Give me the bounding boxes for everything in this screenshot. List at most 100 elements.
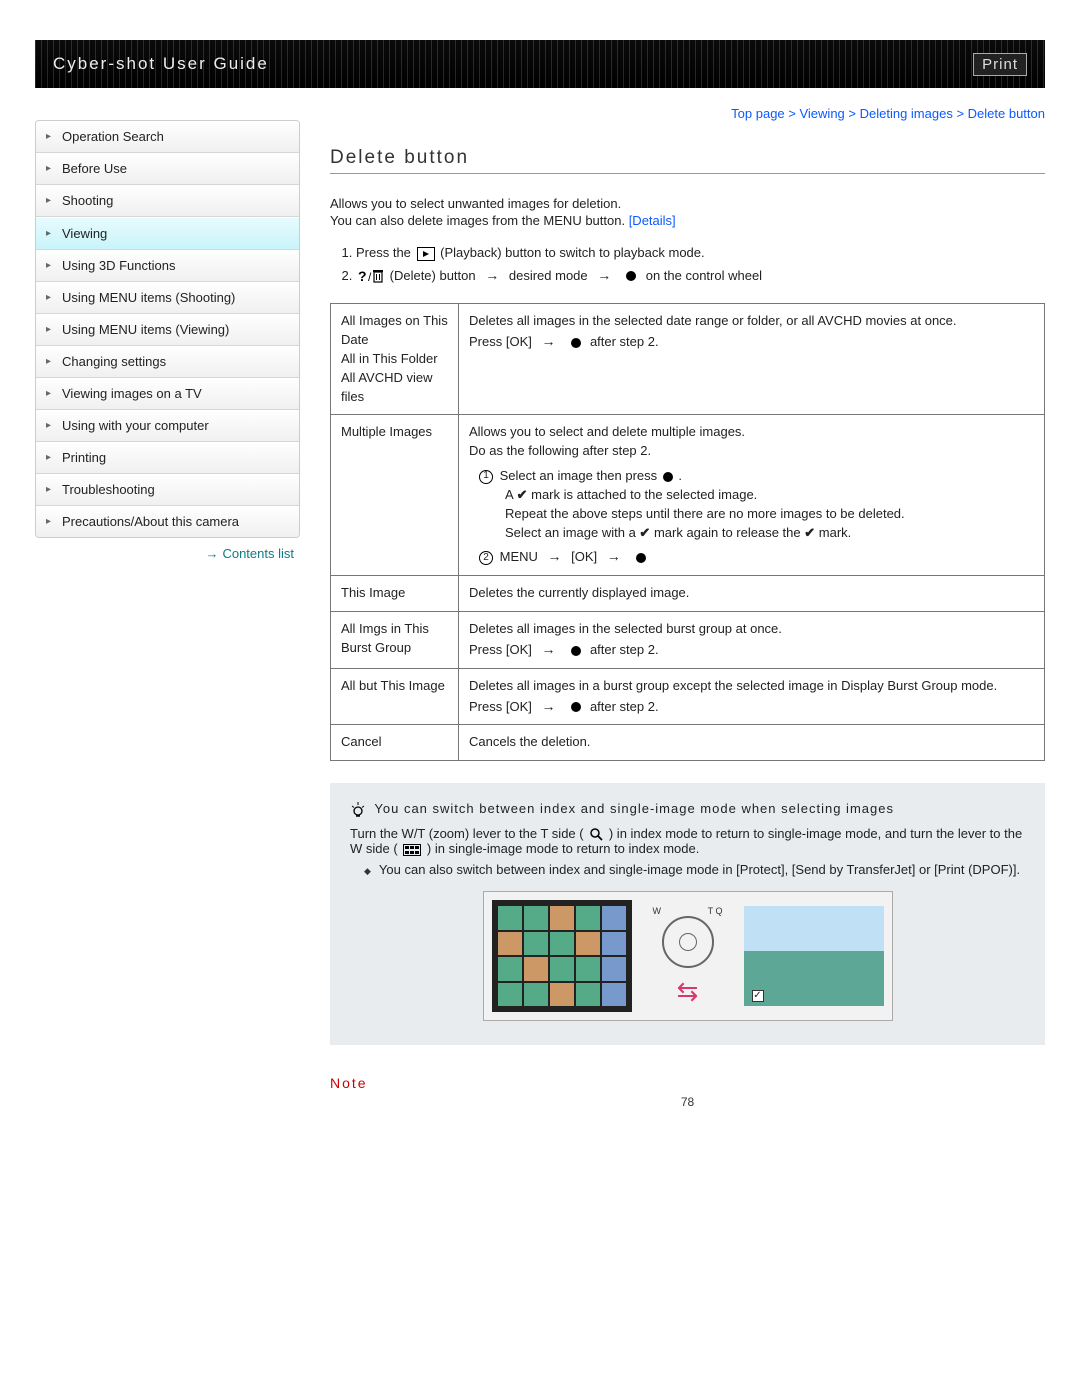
desc-text: Press [OK] after step 2. xyxy=(469,696,1034,717)
desc-span: Press [OK] xyxy=(469,642,535,657)
checkbox-icon: ✓ xyxy=(752,990,764,1002)
sub-step-detail: Repeat the above steps until there are n… xyxy=(479,505,1034,524)
option-name: All but This Image xyxy=(331,668,459,725)
option-name: This Image xyxy=(331,576,459,612)
center-button-icon xyxy=(663,472,673,482)
step-text: (Playback) button to switch to playback … xyxy=(440,245,704,260)
nav-changing-settings[interactable]: ▸Changing settings xyxy=(36,346,299,378)
table-row: All Imgs in This Burst Group Deletes all… xyxy=(331,612,1045,669)
tip-body: Turn the W/T (zoom) lever to the T side … xyxy=(350,826,1025,857)
guide-title: Cyber-shot User Guide xyxy=(53,54,269,74)
checkmark-icon: ✔ xyxy=(639,524,650,543)
page-title: Delete button xyxy=(330,147,1045,169)
tip-span: Turn the W/T (zoom) lever to the T side … xyxy=(350,826,584,841)
center-button-icon xyxy=(626,271,636,281)
breadcrumb-item[interactable]: Delete button xyxy=(968,106,1045,121)
chevron-right-icon: ▸ xyxy=(46,452,58,463)
breadcrumb-item[interactable]: Viewing xyxy=(799,106,844,121)
nav-label: Troubleshooting xyxy=(62,482,155,497)
breadcrumb-item[interactable]: Deleting images xyxy=(860,106,953,121)
desc-span: A xyxy=(505,487,517,502)
tip-bullet: You can also switch between index and si… xyxy=(364,862,1025,877)
chevron-right-icon: ▸ xyxy=(46,484,58,495)
step-text: on the control wheel xyxy=(646,268,762,283)
arrow-right-icon xyxy=(541,696,555,717)
arrow-right-icon xyxy=(541,331,555,352)
nav-3d-functions[interactable]: ▸ Using 3D Functions xyxy=(36,250,299,282)
nav-printing[interactable]: ▸ Printing xyxy=(36,442,299,474)
tip-heading: You can switch between index and single-… xyxy=(350,801,1025,818)
option-name: All Images on This Date All in This Fold… xyxy=(331,304,459,415)
breadcrumb-item[interactable]: Top page xyxy=(731,106,785,121)
nav-operation-search[interactable]: ▸Operation Search xyxy=(36,121,299,153)
dial-label-w: W xyxy=(653,906,662,916)
desc-text: Deletes all images in the selected burst… xyxy=(469,620,1034,639)
desc-span: after step 2. xyxy=(590,642,659,657)
chevron-right-icon: ▸ xyxy=(46,195,58,206)
sub-step-2: 2 MENU [OK] xyxy=(479,546,1034,567)
nav-label: Using with your computer xyxy=(62,418,209,433)
circled-2-icon: 2 xyxy=(479,551,493,565)
nav-viewing[interactable]: ▸Viewing xyxy=(36,217,299,250)
table-row: This Image Deletes the currently display… xyxy=(331,576,1045,612)
nav-computer[interactable]: ▸ Using with your computer xyxy=(36,410,299,442)
nav-tv-viewing[interactable]: ▸Viewing images on a TV xyxy=(36,378,299,410)
nav-precautions[interactable]: ▸Precautions/About this camera xyxy=(36,506,299,537)
details-link[interactable]: [Details] xyxy=(629,213,676,228)
nav-label: Viewing images on a TV xyxy=(62,386,202,401)
center-button-icon xyxy=(571,646,581,656)
contents-list-label: Contents list xyxy=(222,546,294,561)
nav-label: Printing xyxy=(62,450,106,465)
svg-text:?: ? xyxy=(358,268,367,284)
nav-label: Using MENU items (Viewing) xyxy=(62,322,229,337)
chevron-right-icon: ▸ xyxy=(46,131,58,142)
note-heading: Note xyxy=(330,1075,1045,1091)
nav-menu: ▸Operation Search ▸Before Use ▸Shooting … xyxy=(35,120,300,538)
nav-before-use[interactable]: ▸Before Use xyxy=(36,153,299,185)
checkmark-icon: ✔ xyxy=(517,486,528,505)
center-button-icon xyxy=(636,553,646,563)
divider xyxy=(330,173,1045,174)
desc-text: Deletes all images in a burst group exce… xyxy=(469,677,1034,696)
nav-label: Using MENU items (Shooting) xyxy=(62,290,235,305)
nav-menu-viewing[interactable]: ▸Using MENU items (Viewing) xyxy=(36,314,299,346)
table-row: All Images on This Date All in This Fold… xyxy=(331,304,1045,415)
tip-bullets: You can also switch between index and si… xyxy=(364,862,1025,877)
nav-menu-shooting[interactable]: ▸ Using MENU items (Shooting) xyxy=(36,282,299,314)
contents-list-link[interactable]: →Contents list xyxy=(35,538,300,561)
nav-label: Using 3D Functions xyxy=(62,258,175,273)
option-desc: Deletes all images in a burst group exce… xyxy=(459,668,1045,725)
double-arrow-icon: ⇆ xyxy=(633,976,743,1007)
single-image-thumb-icon: ✓ xyxy=(744,906,884,1006)
sub-step-detail: A ✔ mark is attached to the selected ima… xyxy=(479,486,1034,505)
desc-span: [OK] xyxy=(571,549,601,564)
chevron-right-icon: ▸ xyxy=(46,292,58,303)
page-number: 78 xyxy=(330,1095,1045,1109)
help-delete-icon: ?/ xyxy=(358,268,384,284)
desc-span: Press [OK] xyxy=(469,699,535,714)
tip-box: You can switch between index and single-… xyxy=(330,783,1045,1045)
chevron-right-icon: ▸ xyxy=(46,163,58,174)
zoom-dial-graphic: WT Q ⇆ xyxy=(633,906,743,1007)
sub-step-1: 1 Select an image then press . xyxy=(479,467,1034,486)
table-row: All but This Image Deletes all images in… xyxy=(331,668,1045,725)
intro-line-1: Allows you to select unwanted images for… xyxy=(330,196,1045,211)
illustration-wrap: WT Q ⇆ ✓ xyxy=(350,891,1025,1021)
step-text: (Delete) button xyxy=(390,268,480,283)
chevron-right-icon: ▸ xyxy=(46,228,58,239)
chevron-right-icon: ▸ xyxy=(46,260,58,271)
nav-troubleshooting[interactable]: ▸ Troubleshooting xyxy=(36,474,299,506)
step-1: Press the (Playback) button to switch to… xyxy=(356,242,1045,264)
desc-text: Press [OK] after step 2. xyxy=(469,331,1034,352)
chevron-right-icon: ▸ xyxy=(46,420,58,431)
chevron-right-icon: ▸ xyxy=(46,356,58,367)
print-button[interactable]: Print xyxy=(973,53,1027,76)
svg-text:/: / xyxy=(368,270,372,284)
option-desc: Cancels the deletion. xyxy=(459,725,1045,761)
arrow-right-icon xyxy=(548,546,562,567)
nav-shooting[interactable]: ▸Shooting xyxy=(36,185,299,217)
intro-text-span: You can also delete images from the MENU… xyxy=(330,213,629,228)
steps-list: Press the (Playback) button to switch to… xyxy=(356,242,1045,287)
options-table: All Images on This Date All in This Fold… xyxy=(330,303,1045,761)
option-desc: Deletes all images in the selected burst… xyxy=(459,612,1045,669)
